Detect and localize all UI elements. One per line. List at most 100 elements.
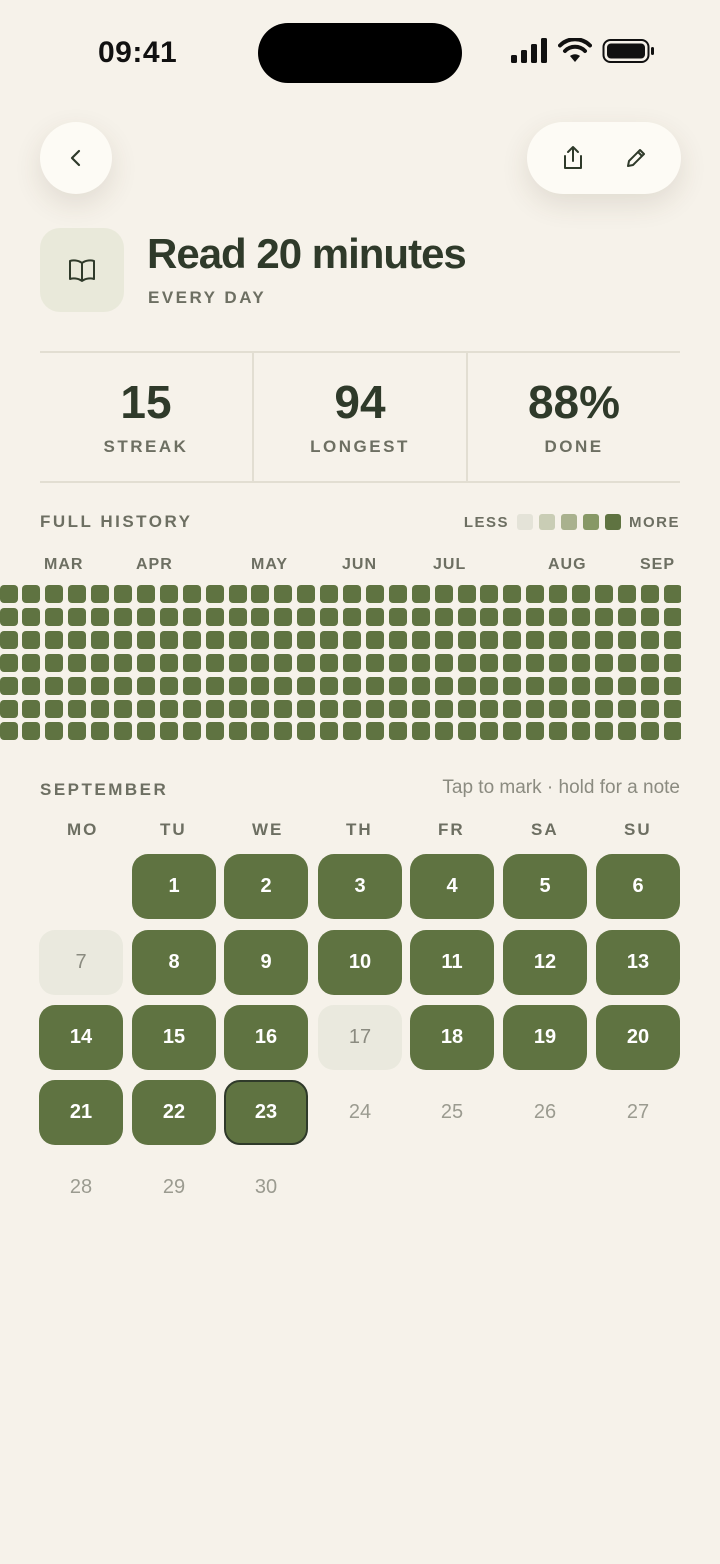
calendar-day[interactable]: 16 bbox=[224, 1005, 308, 1070]
heatmap-cell bbox=[480, 676, 499, 695]
calendar-day[interactable]: 7 bbox=[39, 930, 123, 995]
calendar-day[interactable]: 11 bbox=[410, 930, 494, 995]
wifi-icon bbox=[558, 38, 592, 62]
calendar-day[interactable]: 9 bbox=[224, 930, 308, 995]
heatmap-cell bbox=[114, 653, 132, 672]
heatmap-cell bbox=[388, 653, 407, 672]
heatmap-cell bbox=[320, 722, 339, 741]
heatmap-cell bbox=[663, 653, 681, 672]
heatmap-cell bbox=[480, 653, 499, 672]
calendar-day[interactable]: 10 bbox=[318, 930, 402, 995]
heatmap-cell bbox=[320, 653, 339, 672]
calendar-day[interactable]: 17 bbox=[318, 1005, 402, 1070]
heatmap-cell bbox=[526, 676, 545, 695]
heatmap-cell bbox=[365, 653, 384, 672]
calendar-day[interactable]: 27 bbox=[596, 1080, 680, 1145]
calendar-day[interactable]: 15 bbox=[132, 1005, 216, 1070]
heatmap-cell bbox=[480, 699, 499, 718]
heatmap-cell bbox=[640, 607, 659, 626]
heatmap-cell bbox=[159, 630, 178, 649]
calendar-day[interactable]: 3 bbox=[318, 854, 402, 919]
calendar-day[interactable]: 21 bbox=[39, 1080, 123, 1145]
heatmap-cell bbox=[136, 676, 155, 695]
heatmap-cell bbox=[320, 585, 339, 603]
heatmap-cell bbox=[572, 722, 590, 741]
calendar-day[interactable]: 19 bbox=[503, 1005, 587, 1070]
heatmap-cell bbox=[0, 607, 18, 626]
heatmap-cell bbox=[205, 607, 224, 626]
calendar-day[interactable]: 13 bbox=[596, 930, 680, 995]
heatmap-cell bbox=[228, 607, 247, 626]
calendar-day[interactable]: 28 bbox=[39, 1155, 123, 1220]
legend-swatch bbox=[517, 514, 533, 530]
heatmap-cell bbox=[365, 585, 384, 603]
heatmap-cell bbox=[457, 607, 476, 626]
calendar-month-title: SEPTEMBER bbox=[40, 780, 169, 799]
heatmap-cell bbox=[663, 585, 681, 603]
calendar-day[interactable]: 8 bbox=[132, 930, 216, 995]
heatmap-cell bbox=[45, 653, 64, 672]
heatmap-cell bbox=[388, 630, 407, 649]
calendar-day[interactable]: 20 bbox=[596, 1005, 680, 1070]
weekday-label: FR bbox=[438, 820, 465, 839]
calendar-day[interactable]: 22 bbox=[132, 1080, 216, 1145]
calendar-day[interactable]: 1 bbox=[132, 854, 216, 919]
calendar-day[interactable]: 25 bbox=[410, 1080, 494, 1145]
heatmap-cell bbox=[503, 699, 522, 718]
calendar-day[interactable]: 14 bbox=[39, 1005, 123, 1070]
calendar-day[interactable]: 26 bbox=[503, 1080, 587, 1145]
month-label: SEP bbox=[640, 556, 676, 573]
heatmap-cell bbox=[388, 607, 407, 626]
heatmap-cell bbox=[22, 585, 41, 603]
heatmap-cell bbox=[228, 585, 247, 603]
heatmap-months: MAR APR MAY JUN JUL AUG SEP bbox=[0, 556, 720, 576]
heatmap-cell bbox=[297, 722, 316, 741]
legend-swatch bbox=[539, 514, 555, 530]
heatmap-cell bbox=[91, 653, 110, 672]
heatmap-cell bbox=[411, 722, 430, 741]
heatmap-cell bbox=[114, 722, 132, 741]
heatmap-cell bbox=[526, 699, 545, 718]
heatmap-cell bbox=[640, 722, 659, 741]
heatmap-cell bbox=[274, 585, 293, 603]
calendar-day[interactable]: 6 bbox=[596, 854, 680, 919]
heatmap-cell bbox=[274, 607, 293, 626]
calendar-day[interactable]: 18 bbox=[410, 1005, 494, 1070]
heatmap-legend: LESS MORE bbox=[464, 512, 680, 532]
status-icons bbox=[510, 38, 660, 68]
heatmap-cell bbox=[22, 607, 41, 626]
heatmap-cell bbox=[228, 630, 247, 649]
heatmap-cell bbox=[45, 699, 64, 718]
heatmap-cell bbox=[136, 630, 155, 649]
heatmap-cell bbox=[228, 722, 247, 741]
calendar-day[interactable]: 4 bbox=[410, 854, 494, 919]
stats-row: 15 STREAK 94 LONGEST 88% DONE bbox=[40, 351, 680, 483]
weekday-label: WE bbox=[252, 820, 284, 839]
edit-button[interactable] bbox=[614, 136, 658, 180]
dynamic-island bbox=[258, 23, 462, 83]
share-button[interactable] bbox=[551, 136, 595, 180]
heatmap-cell bbox=[503, 676, 522, 695]
heatmap-cell bbox=[68, 699, 87, 718]
calendar-day[interactable]: 12 bbox=[503, 930, 587, 995]
calendar-day[interactable]: 29 bbox=[132, 1155, 216, 1220]
heatmap-cell bbox=[297, 607, 316, 626]
calendar-day[interactable]: 2 bbox=[224, 854, 308, 919]
heatmap-cell bbox=[526, 653, 545, 672]
stat-value: 94 bbox=[334, 376, 386, 428]
legend-swatch bbox=[605, 514, 621, 530]
heatmap-cell bbox=[297, 676, 316, 695]
calendar-day[interactable]: 23 bbox=[224, 1080, 308, 1145]
heatmap-cell bbox=[159, 585, 178, 603]
heatmap-cell bbox=[136, 722, 155, 741]
heatmap-cell bbox=[22, 676, 41, 695]
calendar-day[interactable]: 30 bbox=[224, 1155, 308, 1220]
heatmap-cell bbox=[0, 699, 18, 718]
heatmap-cell bbox=[365, 676, 384, 695]
heatmap-cell bbox=[365, 699, 384, 718]
heatmap-cell bbox=[365, 607, 384, 626]
back-button[interactable] bbox=[40, 122, 112, 194]
calendar-day[interactable]: 5 bbox=[503, 854, 587, 919]
calendar-day[interactable]: 24 bbox=[318, 1080, 402, 1145]
calendar-hint: Tap to mark · hold for a note bbox=[442, 777, 680, 798]
